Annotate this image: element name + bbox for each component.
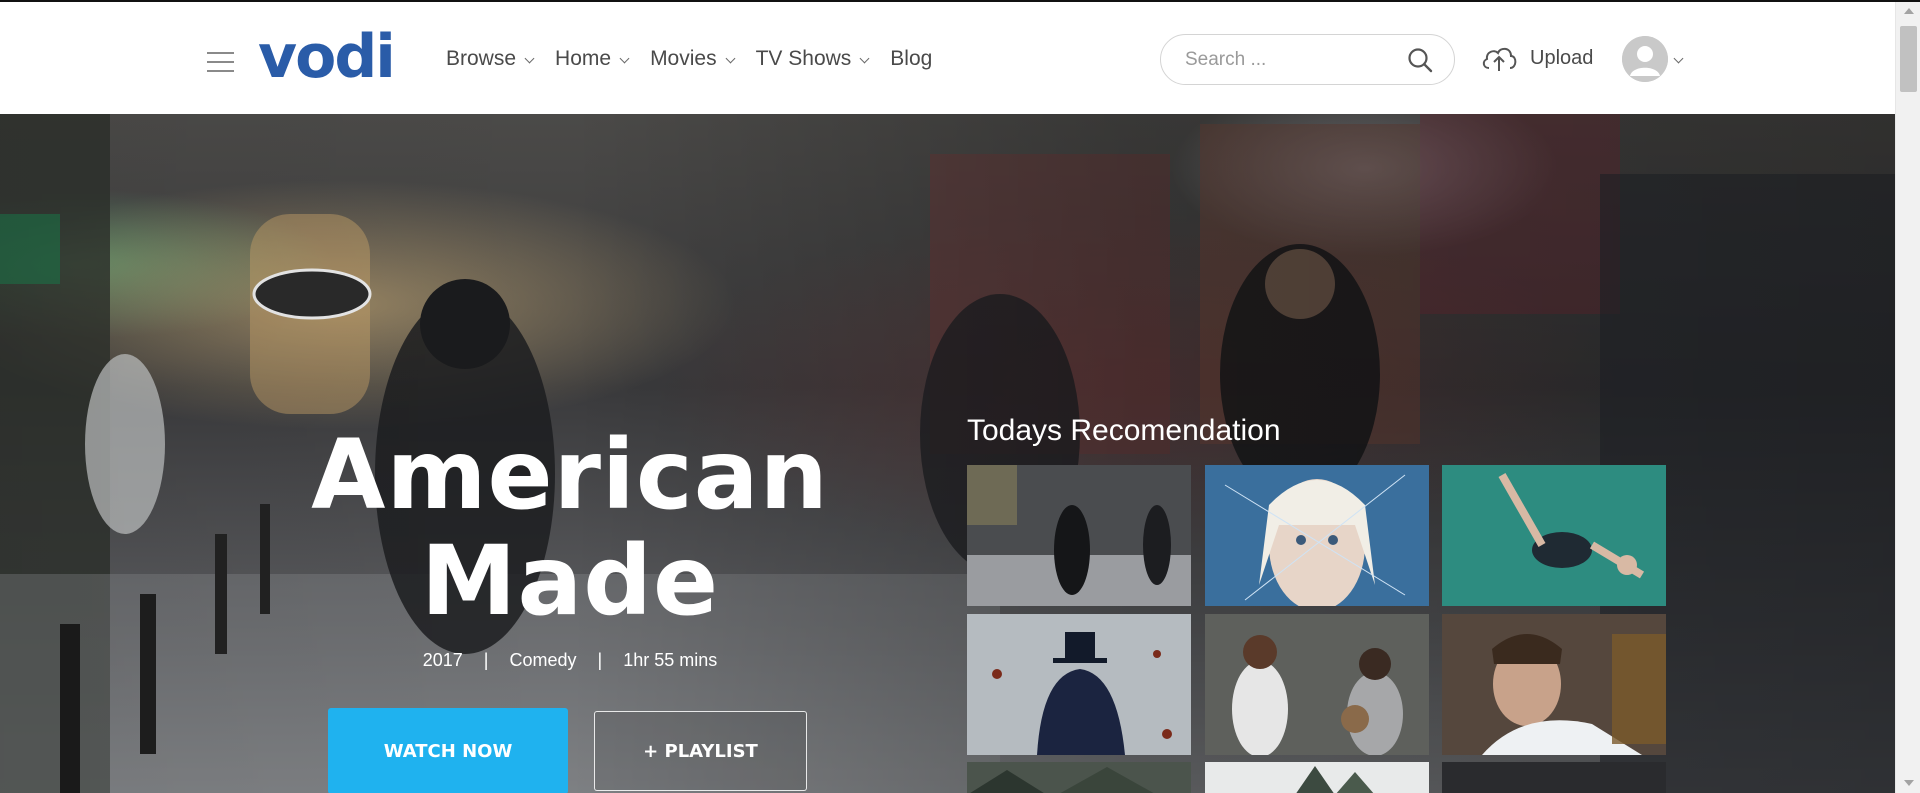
reco-thumbnail-girls[interactable]: [1205, 614, 1429, 755]
search-box: [1160, 34, 1455, 85]
chevron-down-icon: [725, 53, 736, 63]
chevron-down-icon: [524, 53, 535, 63]
hero-year: 2017: [422, 650, 463, 670]
upload-label: Upload: [1530, 46, 1594, 69]
search-input[interactable]: [1185, 47, 1395, 73]
scroll-up-arrow-icon[interactable]: [1904, 8, 1914, 14]
thumbnail-image: [967, 614, 1191, 755]
avatar-silhouette: [1622, 36, 1668, 82]
reco-thumbnail-cracked-glass[interactable]: [1205, 465, 1429, 606]
nav-item-label: Browse: [446, 47, 517, 70]
recommendation-title: Todays Recomendation: [967, 414, 1281, 447]
hero-title: American Made: [270, 422, 870, 634]
nav-item-home[interactable]: Home: [555, 47, 630, 71]
hamburger-icon[interactable]: [207, 52, 234, 72]
hero-title-line1: American: [311, 419, 829, 531]
meta-separator: |: [597, 650, 603, 670]
reco-thumbnail-snowy-street[interactable]: [967, 465, 1191, 606]
reco-thumbnail-underwater[interactable]: [1442, 465, 1666, 606]
thumbnail-image: [1442, 762, 1666, 793]
search-icon[interactable]: [1406, 46, 1434, 74]
nav-item-label: Home: [555, 47, 612, 70]
hero-banner: American Made 2017 | Comedy | 1hr 55 min…: [0, 114, 1895, 793]
nav-item-tv-shows[interactable]: TV Shows: [755, 47, 870, 71]
page: vodi Browse Home Movies TV Shows Blog Se…: [0, 0, 1920, 793]
hero-duration: 1hr 55 mins: [623, 650, 718, 670]
site-logo[interactable]: vodi: [258, 24, 396, 90]
meta-separator: |: [483, 650, 489, 670]
nav-item-browse[interactable]: Browse: [446, 47, 535, 71]
scroll-down-arrow-icon[interactable]: [1904, 780, 1914, 786]
nav-item-label: Blog: [890, 47, 933, 70]
reco-thumbnail-dark[interactable]: [1442, 762, 1666, 793]
hero-genre[interactable]: Comedy: [509, 650, 576, 670]
thumbnail-image: [1205, 762, 1429, 793]
nav-item-blog[interactable]: Blog: [890, 47, 932, 71]
hero-title-line2: Made: [420, 525, 720, 637]
reco-thumbnail-top-hat[interactable]: [967, 614, 1191, 755]
reco-thumbnail-forest[interactable]: [967, 762, 1191, 793]
chevron-down-icon: [619, 53, 630, 63]
nav-item-label: TV Shows: [755, 47, 852, 70]
thumbnail-image: [967, 465, 1191, 606]
thumbnail-image: [1205, 465, 1429, 606]
nav-item-label: Movies: [650, 47, 717, 70]
upload-cloud-icon: [1482, 47, 1517, 71]
thumbnail-image: [1442, 614, 1666, 755]
chevron-down-icon[interactable]: [1673, 53, 1684, 64]
main-nav: Browse Home Movies TV Shows Blog: [446, 42, 954, 76]
logo-text: vodi: [258, 22, 396, 92]
hero-meta: 2017 | Comedy | 1hr 55 mins: [270, 650, 870, 671]
upload-button[interactable]: Upload: [1480, 42, 1593, 74]
vertical-scrollbar[interactable]: [1895, 2, 1920, 793]
chevron-down-icon: [859, 53, 870, 63]
scrollbar-thumb[interactable]: [1900, 26, 1917, 92]
thumbnail-image: [1205, 614, 1429, 755]
add-playlist-button[interactable]: + PLAYLIST: [594, 711, 807, 791]
reco-thumbnail-winter-trees[interactable]: [1205, 762, 1429, 793]
watch-now-button[interactable]: WATCH NOW: [328, 708, 568, 793]
thumbnail-image: [967, 762, 1191, 793]
nav-item-movies[interactable]: Movies: [650, 47, 736, 71]
user-avatar-icon[interactable]: [1622, 36, 1668, 82]
reco-thumbnail-man-sofa[interactable]: [1442, 614, 1666, 755]
thumbnail-image: [1442, 465, 1666, 606]
site-header: vodi Browse Home Movies TV Shows Blog Se…: [0, 2, 1895, 114]
